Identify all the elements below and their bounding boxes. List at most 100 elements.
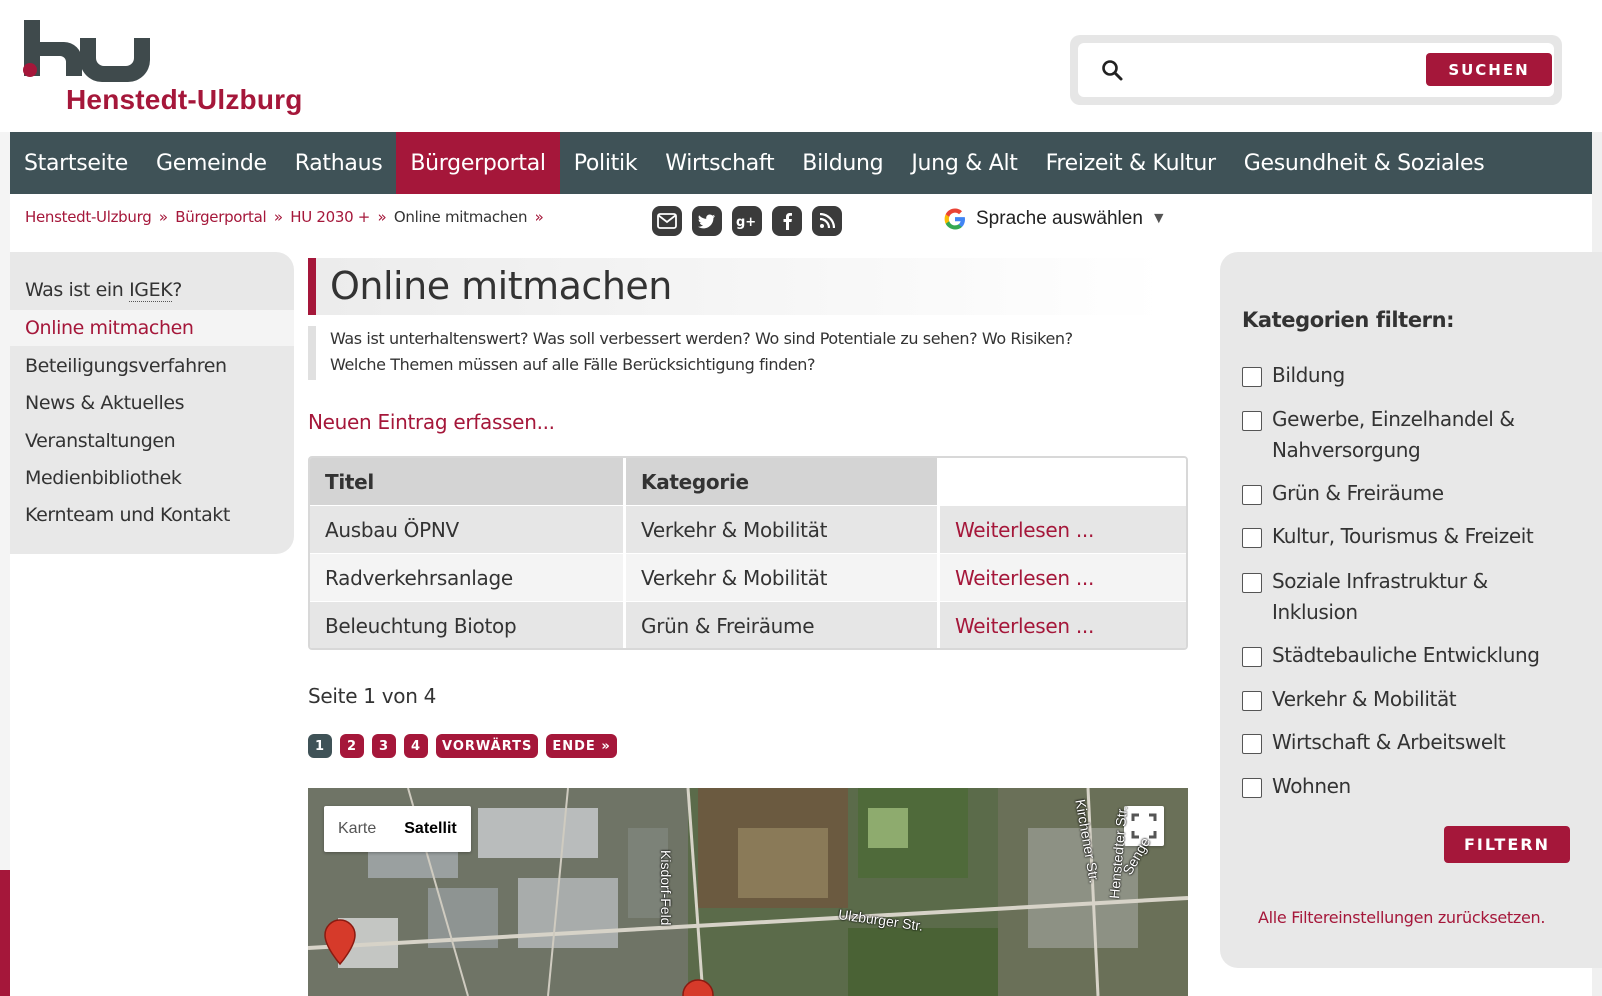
mail-icon[interactable] [652,206,682,236]
filter-option-bildung[interactable]: Bildung [1242,363,1582,391]
site-logo[interactable]: Henstedt-Ulzburg [20,20,340,120]
twitter-icon[interactable] [692,206,722,236]
page-button-3[interactable]: 3 [372,734,396,758]
reset-filters-link[interactable]: Alle Filtereinstellungen zurücksetzen. [1258,908,1545,927]
sidebar-item-beteiligungsverfahren[interactable]: Beteiligungsverfahren [10,348,294,384]
cell-link: Weiterlesen ... [940,602,1186,648]
column-header-empty [940,458,1186,505]
new-entry-link[interactable]: Neuen Eintrag erfassen... [308,410,555,434]
igek-abbreviation: IGEK [129,278,173,302]
checkbox[interactable] [1242,367,1262,387]
filter-option-verkehr[interactable]: Verkehr & Mobilität [1242,687,1582,715]
map-marker-icon[interactable] [322,918,358,966]
language-label: Sprache auswählen [976,208,1143,229]
map-type-satellit[interactable]: Satellit [390,806,470,852]
filter-option-label-line2: Nahversorgung [1272,438,1421,462]
language-selector[interactable]: Sprache auswählen ▼ [942,206,1167,232]
svg-text:g+: g+ [736,215,756,229]
nav-item-wirtschaft[interactable]: Wirtschaft [651,132,788,194]
page-title-bar: Online mitmachen [308,258,1164,315]
checkbox[interactable] [1242,485,1262,505]
filter-option-label: Städtebauliche Entwicklung [1272,643,1540,667]
checkbox[interactable] [1242,411,1262,431]
nav-item-startseite[interactable]: Startseite [10,132,142,194]
hu-logo-mark-icon [23,20,150,82]
sidebar-item-news[interactable]: News & Aktuelles [10,385,294,421]
sidebar-item-label: Was ist ein [25,279,130,301]
entries-table: Titel Kategorie Ausbau ÖPNV Verkehr & Mo… [308,456,1188,650]
page-button-1[interactable]: 1 [308,734,332,758]
side-tab[interactable] [0,870,10,996]
filter-option-label-line2: Inklusion [1272,600,1358,624]
filter-option-gruen[interactable]: Grün & Freiräume [1242,481,1582,509]
column-header-kategorie: Kategorie [626,458,940,505]
table-row: Beleuchtung Biotop Grün & Freiräume Weit… [310,602,1186,648]
nav-item-buergerportal[interactable]: Bürgerportal [396,132,560,194]
cell-link: Weiterlesen ... [940,506,1186,553]
breadcrumb-link-hu2030[interactable]: HU 2030 + [290,208,370,226]
page-button-4[interactable]: 4 [404,734,428,758]
checkbox[interactable] [1242,691,1262,711]
sidebar-item-kernteam[interactable]: Kernteam und Kontakt [10,497,294,533]
read-more-link[interactable]: Weiterlesen ... [955,518,1094,542]
nav-item-bildung[interactable]: Bildung [788,132,897,194]
checkbox[interactable] [1242,528,1262,548]
pagination: 1 2 3 4 VORWÄRTS ENDE » [308,734,617,758]
page-button-2[interactable]: 2 [340,734,364,758]
table-header-row: Titel Kategorie [310,458,1186,505]
search-button[interactable]: SUCHEN [1426,53,1552,86]
cell-titel: Ausbau ÖPNV [310,506,626,553]
checkbox[interactable] [1242,778,1262,798]
checkbox[interactable] [1242,734,1262,754]
checkbox[interactable] [1242,647,1262,667]
column-header-titel: Titel [310,458,626,505]
page-info: Seite 1 von 4 [308,684,437,708]
nav-item-gemeinde[interactable]: Gemeinde [142,132,281,194]
map-type-karte[interactable]: Karte [324,806,390,852]
last-page-button[interactable]: ENDE » [546,734,617,758]
nav-item-politik[interactable]: Politik [560,132,652,194]
filter-option-label: Soziale Infrastruktur & [1272,569,1488,593]
filter-option-label: Kultur, Tourismus & Freizeit [1272,524,1534,548]
satellite-map[interactable]: Karte Satellit Kisdorf-Feld Ulzburger St… [308,788,1188,996]
cell-link: Weiterlesen ... [940,554,1186,601]
rss-icon[interactable] [812,206,842,236]
site-header: Henstedt-Ulzburg SUCHEN [0,0,1602,132]
filter-option-wohnen[interactable]: Wohnen [1242,774,1582,802]
filter-option-label: Verkehr & Mobilität [1272,687,1457,711]
cell-kategorie: Verkehr & Mobilität [626,506,940,553]
sidebar-item-medienbibliothek[interactable]: Medienbibliothek [10,460,294,496]
breadcrumb-link-buergerportal[interactable]: Bürgerportal [175,208,266,226]
sidebar-item-was-ist-igek[interactable]: Was ist ein IGEK? [10,272,294,308]
google-plus-icon[interactable]: g+ [732,206,762,236]
breadcrumb-separator: » [377,208,387,226]
filter-option-gewerbe[interactable]: Gewerbe, Einzelhandel & Nahversorgung [1242,407,1582,466]
map-marker-icon[interactable] [680,978,716,996]
sidebar-item-online-mitmachen[interactable]: Online mitmachen [10,310,294,346]
nav-item-jung-alt[interactable]: Jung & Alt [897,132,1031,194]
filter-button[interactable]: FILTERN [1444,826,1570,863]
breadcrumb: Henstedt-Ulzburg » Bürgerportal » HU 203… [25,208,547,226]
read-more-link[interactable]: Weiterlesen ... [955,566,1094,590]
map-type-control: Karte Satellit [324,806,471,852]
breadcrumb-link-home[interactable]: Henstedt-Ulzburg [25,208,152,226]
filter-title: Kategorien filtern: [1242,308,1455,332]
nav-item-gesundheit-soziales[interactable]: Gesundheit & Soziales [1230,132,1499,194]
chevron-down-icon: ▼ [1150,210,1167,227]
sidebar-item-veranstaltungen[interactable]: Veranstaltungen [10,423,294,459]
filter-option-wirtschaft[interactable]: Wirtschaft & Arbeitswelt [1242,730,1582,758]
checkbox[interactable] [1242,573,1262,593]
nav-item-rathaus[interactable]: Rathaus [281,132,397,194]
filter-option-label: Gewerbe, Einzelhandel & [1272,407,1515,431]
read-more-link[interactable]: Weiterlesen ... [955,614,1094,638]
cell-titel: Radverkehrsanlage [310,554,626,601]
next-page-button[interactable]: VORWÄRTS [436,734,539,758]
nav-item-freizeit-kultur[interactable]: Freizeit & Kultur [1032,132,1230,194]
facebook-icon[interactable] [772,206,802,236]
filter-option-kultur[interactable]: Kultur, Tourismus & Freizeit [1242,524,1582,552]
filter-option-label: Grün & Freiräume [1272,481,1444,505]
filter-option-staedtebau[interactable]: Städtebauliche Entwicklung [1242,643,1582,671]
search-input[interactable] [1134,55,1434,85]
page-left-edge [0,0,10,996]
filter-option-soziale[interactable]: Soziale Infrastruktur & Inklusion [1242,569,1582,628]
